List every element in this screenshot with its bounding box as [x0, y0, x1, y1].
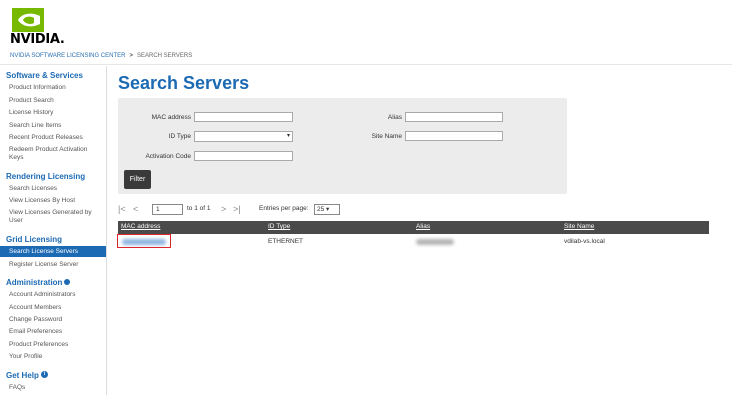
alias-redacted [416, 239, 454, 245]
sidebar-item-product-information[interactable]: Product Information [9, 84, 66, 91]
entries-per-page-select[interactable]: 25 ▾ [314, 204, 340, 215]
page-number-input[interactable]: 1 [152, 204, 183, 215]
sidebar-section-grid: Grid Licensing [6, 235, 63, 244]
nvidia-eye-icon [12, 8, 44, 32]
sidebar-item-view-licenses-by-user[interactable]: View Licenses Generated by User [9, 209, 101, 225]
last-page-icon[interactable]: >| [233, 204, 241, 214]
sidebar-item-search-licenses[interactable]: Search Licenses [9, 185, 57, 192]
entries-per-page-value: 25 [317, 206, 325, 213]
activation-code-label: Activation Code [145, 153, 191, 160]
page-count-text: to 1 of 1 [187, 205, 211, 212]
column-header-site-name[interactable]: Site Name [564, 223, 594, 230]
sidebar-item-product-preferences[interactable]: Product Preferences [9, 341, 68, 348]
cell-site-name: vdilab-vs.local [564, 238, 605, 245]
alias-label: Alias [387, 114, 402, 121]
administration-label: Administration [6, 278, 63, 287]
prev-page-icon[interactable]: < [133, 204, 138, 214]
column-header-alias[interactable]: Alias [416, 223, 430, 230]
logo-wordmark: NVIDIA. [10, 32, 65, 47]
column-header-mac[interactable]: MAC address [121, 223, 160, 230]
sidebar-item-search-line-items[interactable]: Search Line Items [9, 122, 61, 129]
sidebar-item-your-profile[interactable]: Your Profile [9, 353, 42, 360]
sidebar-item-search-license-servers[interactable]: Search License Servers [0, 246, 106, 257]
sidebar-item-change-password[interactable]: Change Password [9, 316, 62, 323]
sidebar-item-redeem-keys[interactable]: Redeem Product Activation Keys [9, 146, 101, 162]
id-type-label: ID Type [168, 133, 191, 140]
mac-address-label: MAC address [151, 114, 191, 121]
sidebar-section-rendering: Rendering Licensing [6, 172, 86, 181]
sidebar-section-help: Get Help i [6, 371, 48, 380]
sidebar-item-account-members[interactable]: Account Members [9, 304, 61, 311]
site-name-label: Site Name [371, 133, 402, 140]
filter-button[interactable]: Filter [124, 170, 151, 189]
column-header-id-type[interactable]: ID Type [268, 223, 290, 230]
page-title: Search Servers [118, 73, 250, 93]
dropdown-arrow-icon: ▾ [286, 133, 290, 139]
get-help-label: Get Help [6, 371, 39, 380]
id-type-select[interactable]: ▾ [194, 131, 293, 142]
sidebar-item-email-preferences[interactable]: Email Preferences [9, 328, 62, 335]
sidebar-item-account-administrators[interactable]: Account Administrators [9, 291, 75, 298]
breadcrumb: NVIDIA SOFTWARE LICENSING CENTER > SEARCH … [10, 53, 192, 59]
entries-per-page-label: Entries per page: [259, 205, 309, 212]
alias-input[interactable] [405, 112, 503, 122]
table-header [118, 221, 709, 234]
sidebar-item-view-licenses-by-host[interactable]: View Licenses By Host [9, 197, 75, 204]
header-divider [0, 64, 732, 65]
first-page-icon[interactable]: |< [118, 204, 126, 214]
sidebar-section-software: Software & Services [6, 71, 83, 80]
next-page-icon[interactable]: > [221, 204, 226, 214]
sidebar-item-register-license-server[interactable]: Register License Server [9, 261, 78, 268]
activation-code-input[interactable] [194, 151, 293, 161]
cell-id-type: ETHERNET [268, 238, 304, 245]
sidebar-item-faqs[interactable]: FAQs [9, 384, 25, 391]
info-icon: i [40, 371, 48, 379]
breadcrumb-current: SEARCH SERVERS [136, 53, 193, 59]
site-name-input[interactable] [405, 131, 503, 141]
nvidia-logo[interactable]: NVIDIA. [10, 8, 70, 47]
gear-icon [64, 278, 71, 285]
breadcrumb-separator: > [129, 53, 133, 59]
sidebar-section-administration: Administration [6, 278, 71, 287]
sidebar-item-recent-product-releases[interactable]: Recent Product Releases [9, 134, 83, 141]
sidebar-item-product-search[interactable]: Product Search [9, 97, 54, 104]
dropdown-arrow-icon: ▾ [326, 206, 330, 213]
sidebar-item-license-history[interactable]: License History [9, 109, 53, 116]
mac-address-input[interactable] [194, 112, 293, 122]
breadcrumb-root[interactable]: NVIDIA SOFTWARE LICENSING CENTER [10, 53, 125, 59]
highlight-box [117, 234, 171, 248]
